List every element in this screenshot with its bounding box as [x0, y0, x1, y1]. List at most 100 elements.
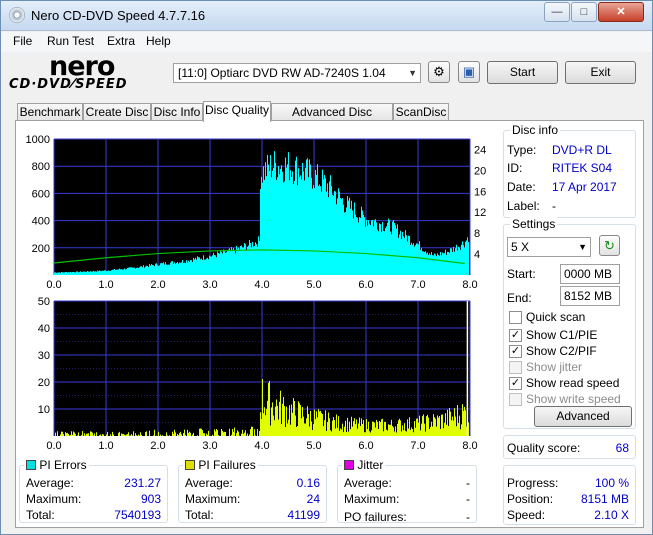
disc-app-icon: [9, 7, 25, 23]
tab-advanced-disc-quality[interactable]: Advanced Disc Quality: [271, 103, 393, 135]
pif-average-label: Average:: [185, 476, 233, 490]
pi-failures-plot: 50 40 30 20 10 0.0 1.0 2.0 3.0 4.0 5.0 6.0 7.0 8.0: [38, 296, 478, 452]
jitter-maximum: -: [466, 492, 470, 506]
show-read-speed-checkbox[interactable]: ✓: [509, 377, 522, 390]
x-tick-label: 8.0: [462, 440, 477, 452]
label-label: Label:: [507, 199, 540, 213]
x-tick-label: 7.0: [410, 440, 425, 452]
settings-group: Settings 5 X ▼ ↻ Start: 0000 MB End: 815…: [503, 217, 636, 429]
x-tick-label: 3.0: [202, 440, 217, 452]
show-c1pie-label: Show C1/PIE: [526, 328, 598, 342]
pi-errors-swatch: [26, 460, 36, 470]
disc-quality-panel: 1000 800 600 400 200 0.0 1.0 2.0 3.0 4.0 5.0 6.0 7.0…: [15, 120, 644, 528]
pi-failures-chart: 50 40 30 20 10 0.0 1.0 2.0 3.0 4.0 5.0 6.0 7.0 8.0: [18, 295, 498, 455]
quick-scan-checkbox[interactable]: [509, 311, 522, 324]
position-label: Position:: [507, 492, 554, 506]
save-icon[interactable]: ▣: [458, 61, 480, 83]
tab-disc-info[interactable]: Disc Info: [151, 103, 203, 121]
date-label: Date:: [507, 180, 536, 194]
minimize-icon[interactable]: —: [544, 2, 570, 22]
menu-extra[interactable]: Extra: [107, 34, 135, 48]
pif-maximum-label: Maximum:: [185, 492, 241, 506]
pi-errors-title-wrap: PI Errors: [24, 458, 89, 472]
jitter-swatch: [344, 460, 354, 470]
pif-maximum: 24: [306, 492, 320, 506]
pif-total-label: Total:: [185, 508, 214, 522]
x-tick-label: 0.0: [46, 440, 61, 452]
quality-score-group: Quality score: 68: [503, 435, 636, 459]
tab-disc-quality[interactable]: Disc Quality: [203, 101, 271, 122]
x-tick-label: 5.0: [306, 440, 321, 452]
app-window: Nero CD-DVD Speed 4.7.7.16 — □ ✕ File Ru…: [0, 0, 653, 535]
x-tick-label: 7.0: [410, 279, 425, 291]
quick-scan-label: Quick scan: [526, 310, 586, 324]
progress-label: Progress:: [507, 476, 559, 490]
show-jitter-checkbox: [509, 361, 522, 374]
speed-select[interactable]: 5 X ▼: [507, 237, 591, 257]
menu-help[interactable]: Help: [146, 34, 171, 48]
menu-run-test[interactable]: Run Test: [47, 34, 94, 48]
y2-tick-label: 16: [474, 186, 486, 198]
quality-score-label: Quality score:: [507, 441, 581, 455]
end-field[interactable]: 8152 MB: [560, 286, 620, 306]
disc-info-title: Disc info: [510, 123, 561, 137]
start-field[interactable]: 0000 MB: [560, 264, 620, 284]
show-c2pif-checkbox[interactable]: ✓: [509, 345, 522, 358]
y2-tick-label: 12: [474, 207, 486, 219]
show-write-speed-label: Show write speed: [526, 392, 621, 406]
maximize-icon[interactable]: □: [571, 2, 597, 22]
show-jitter-label: Show jitter: [526, 360, 583, 374]
jitter-average: -: [466, 476, 470, 490]
drive-select-value: [11:0] Optiarc DVD RW AD-7240S 1.04: [178, 66, 386, 80]
show-c1pie-checkbox[interactable]: ✓: [509, 329, 522, 342]
x-tick-label: 4.0: [254, 440, 269, 452]
pie-total: 7540193: [114, 508, 161, 522]
drive-select[interactable]: [11:0] Optiarc DVD RW AD-7240S 1.04 ▼: [173, 63, 421, 83]
progress-group: Progress: 100 % Position: 8151 MB Speed:…: [503, 465, 636, 525]
x-tick-label: 8.0: [462, 279, 477, 291]
tab-scandisc[interactable]: ScanDisc: [393, 103, 449, 121]
pi-failures-swatch: [185, 460, 195, 470]
exit-button[interactable]: Exit: [565, 61, 636, 84]
disc-label: -: [552, 199, 556, 213]
pi-errors-title: PI Errors: [39, 458, 87, 472]
x-tick-label: 2.0: [150, 440, 165, 452]
nero-logo: nero CD·DVD⁄SPEED: [9, 51, 169, 93]
refresh-icon[interactable]: ↻: [599, 235, 620, 256]
start-label: Start:: [507, 267, 536, 281]
pie-total-label: Total:: [26, 508, 55, 522]
chevron-down-icon: ▼: [578, 242, 587, 252]
y-tick-label: 800: [32, 161, 50, 173]
quality-score-value: 68: [615, 441, 629, 455]
tab-benchmark[interactable]: Benchmark: [17, 103, 83, 121]
speed-label: Speed:: [507, 508, 546, 522]
y-tick-label: 600: [32, 188, 50, 200]
close-icon[interactable]: ✕: [598, 2, 644, 22]
pie-average-label: Average:: [26, 476, 74, 490]
x-tick-label: 4.0: [254, 279, 269, 291]
chevron-down-icon: ▼: [408, 68, 417, 78]
pi-errors-stats: PI Errors Average: 231.27 Maximum: 903 T…: [19, 458, 168, 523]
logo-product: CD·DVD⁄SPEED: [9, 77, 128, 92]
start-button[interactable]: Start: [487, 61, 558, 84]
type-label: Type:: [507, 143, 537, 157]
pie-maximum: 903: [140, 492, 161, 506]
x-tick-label: 6.0: [358, 440, 373, 452]
disc-info-group: Disc info Type: DVD+R DL ID: RITEK S04 D…: [503, 123, 636, 218]
pi-failures-stats: PI Failures Average: 0.16 Maximum: 24 To…: [178, 458, 327, 523]
end-label: End:: [507, 291, 532, 305]
y-tick-label: 20: [38, 377, 50, 389]
position-value: 8151 MB: [580, 492, 629, 506]
tab-create-disc[interactable]: Create Disc: [83, 103, 151, 121]
pi-errors-plot: 1000 800 600 400 200 0.0 1.0 2.0 3.0 4.0 5.0 6.0 7.0…: [26, 134, 487, 291]
disc-id: RITEK S04: [552, 161, 613, 175]
y-tick-label: 1000: [26, 134, 50, 146]
eject-icon[interactable]: ⚙: [428, 61, 450, 83]
y-tick-label: 50: [38, 296, 50, 308]
advanced-button[interactable]: Advanced: [534, 406, 632, 427]
pi-failures-title: PI Failures: [198, 458, 256, 472]
y2-tick-label: 8: [474, 228, 480, 240]
y2-tick-label: 24: [474, 144, 486, 156]
menu-file[interactable]: File: [13, 34, 32, 48]
pi-failures-title-wrap: PI Failures: [183, 458, 258, 472]
